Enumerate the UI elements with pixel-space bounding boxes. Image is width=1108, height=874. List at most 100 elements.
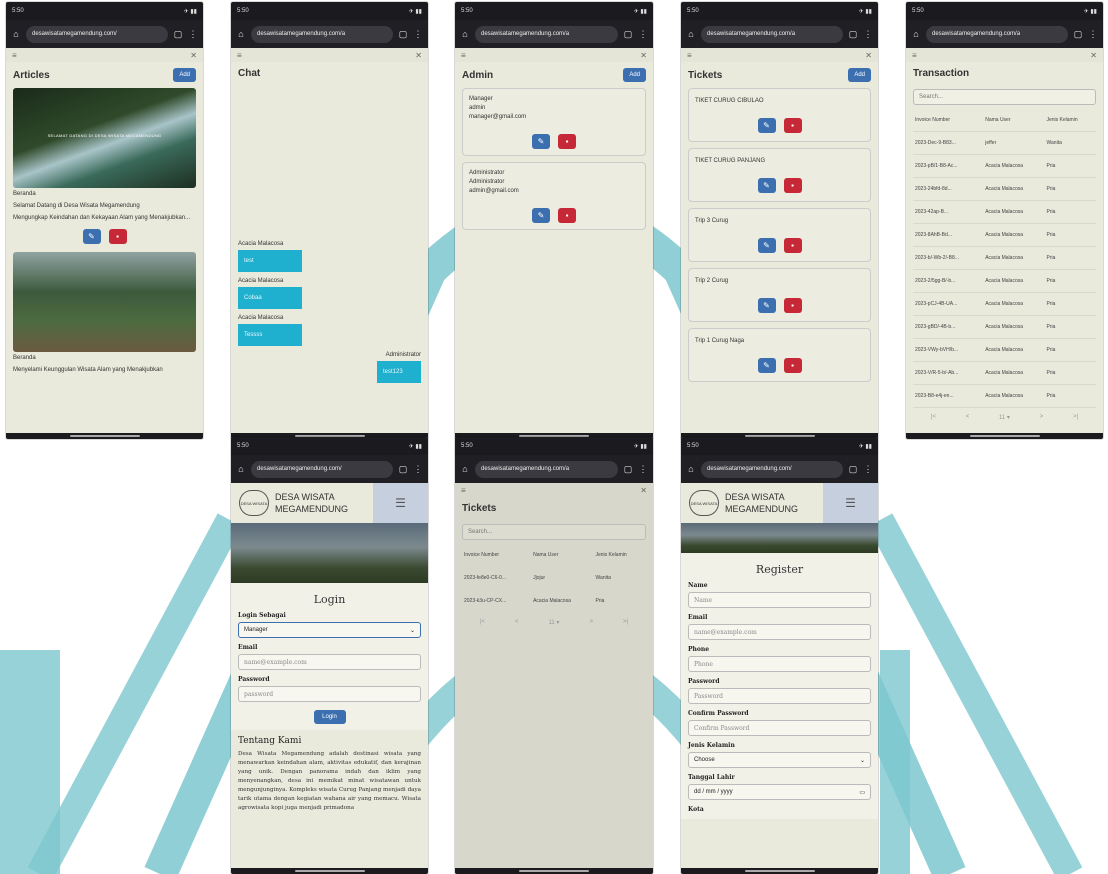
- menu-dots-icon[interactable]: ⋮: [1088, 29, 1098, 40]
- password-field[interactable]: password: [238, 686, 421, 702]
- table-row[interactable]: 2023-24bfd-8d... Acacia Malacosa Pria: [913, 177, 1096, 201]
- first-page-button[interactable]: |<: [480, 619, 485, 626]
- hamburger-icon[interactable]: ≡: [461, 51, 466, 60]
- delete-trash-icon[interactable]: ▪: [558, 134, 576, 149]
- add-article-button[interactable]: Add: [173, 68, 196, 82]
- phone-field[interactable]: Phone: [688, 656, 871, 672]
- tabs-icon[interactable]: ▢: [1073, 29, 1083, 40]
- hamburger-icon[interactable]: ≡: [237, 51, 242, 60]
- delete-trash-icon[interactable]: ▪: [783, 178, 802, 193]
- table-row[interactable]: 2023-V/R-5-b/-Ab... Acacia Malacosa Pria: [913, 361, 1096, 385]
- close-icon[interactable]: ✕: [415, 51, 422, 60]
- url-field[interactable]: desawisatamegamendung.com/: [251, 460, 393, 478]
- hamburger-icon[interactable]: ≡: [912, 51, 917, 60]
- home-icon[interactable]: ⌂: [11, 29, 21, 39]
- tabs-icon[interactable]: ▢: [398, 464, 408, 475]
- next-page-button[interactable]: >: [1040, 414, 1044, 421]
- site-logo[interactable]: DESA WISATA: [689, 490, 719, 516]
- last-page-button[interactable]: >|: [623, 619, 628, 626]
- menu-dots-icon[interactable]: ⋮: [638, 29, 648, 40]
- first-page-button[interactable]: |<: [931, 414, 936, 421]
- home-icon[interactable]: ⌂: [236, 29, 246, 39]
- home-icon[interactable]: ⌂: [686, 464, 696, 474]
- column-header[interactable]: Nama User: [983, 109, 1045, 132]
- delete-trash-icon[interactable]: ▪: [783, 238, 802, 253]
- menu-dots-icon[interactable]: ⋮: [413, 464, 423, 475]
- table-row[interactable]: 2023-Dec-9-B83... jeffer Wanita: [913, 131, 1096, 155]
- edit-pencil-icon[interactable]: ✎: [757, 238, 776, 253]
- confirm-password-field[interactable]: Confirm Password: [688, 720, 871, 736]
- column-header[interactable]: Invoice Number: [913, 109, 984, 132]
- url-field[interactable]: desawisatamegamendung.com/a: [251, 25, 393, 43]
- delete-trash-icon[interactable]: ▪: [783, 358, 802, 373]
- edit-pencil-icon[interactable]: ✎: [532, 208, 550, 223]
- email-field[interactable]: name@example.com: [688, 624, 871, 640]
- close-icon[interactable]: ✕: [640, 486, 647, 495]
- name-field[interactable]: Name: [688, 592, 871, 608]
- table-row[interactable]: 2023-8AhB-Bd... Acacia Malacosa Pria: [913, 223, 1096, 247]
- table-row[interactable]: 2023-b/-Wb-2/-B8... Acacia Malacosa Pria: [913, 246, 1096, 270]
- tabs-icon[interactable]: ▢: [848, 29, 858, 40]
- url-field[interactable]: desawisatamegamendung.com/a: [475, 460, 618, 478]
- add-ticket-button[interactable]: Add: [848, 68, 871, 82]
- table-row[interactable]: 2023-VWy-bVH/b... Acacia Malacosa Pria: [913, 338, 1096, 362]
- tabs-icon[interactable]: ▢: [848, 464, 858, 475]
- email-field[interactable]: name@example.com: [238, 654, 421, 670]
- table-row[interactable]: 2023-pB/1-B8-Ac... Acacia Malacosa Pria: [913, 154, 1096, 178]
- hamburger-icon[interactable]: ☰: [823, 483, 878, 523]
- table-row[interactable]: 2023-gBD/-4B-b... Acacia Malacosa Pria: [913, 315, 1096, 339]
- delete-trash-icon[interactable]: ▪: [783, 298, 802, 313]
- edit-pencil-icon[interactable]: ✎: [757, 118, 776, 133]
- menu-dots-icon[interactable]: ⋮: [413, 29, 423, 40]
- rows-per-page-select[interactable]: 11 ▾: [549, 619, 560, 626]
- close-icon[interactable]: ✕: [865, 51, 872, 60]
- delete-trash-icon[interactable]: ▪: [558, 208, 576, 223]
- url-field[interactable]: desawisatamegamendung.com/a: [475, 25, 618, 43]
- menu-dots-icon[interactable]: ⋮: [638, 464, 648, 475]
- menu-dots-icon[interactable]: ⋮: [188, 29, 198, 40]
- calendar-icon[interactable]: ▭: [859, 789, 865, 796]
- hamburger-icon[interactable]: ≡: [12, 51, 17, 60]
- table-row[interactable]: 2023-B8-e4j-en... Acacia Malacosa Pria: [913, 384, 1096, 408]
- home-icon[interactable]: ⌂: [911, 29, 921, 39]
- column-header[interactable]: Invoice Number: [462, 544, 532, 567]
- table-row[interactable]: 2023-pCJ-4B-UA... Acacia Malacosa Pria: [913, 292, 1096, 316]
- prev-page-button[interactable]: <: [515, 619, 519, 626]
- menu-dots-icon[interactable]: ⋮: [863, 464, 873, 475]
- edit-pencil-icon[interactable]: ✎: [757, 178, 776, 193]
- last-page-button[interactable]: >|: [1073, 414, 1078, 421]
- add-admin-button[interactable]: Add: [623, 68, 646, 82]
- url-field[interactable]: desawisatamegamendung.com/: [26, 25, 168, 43]
- hamburger-icon[interactable]: ≡: [461, 486, 466, 495]
- edit-pencil-icon[interactable]: ✎: [532, 134, 550, 149]
- delete-trash-icon[interactable]: ▪: [783, 118, 802, 133]
- rows-per-page-select[interactable]: 11 ▾: [999, 414, 1010, 421]
- url-field[interactable]: desawisatamegamendung.com/a: [701, 25, 843, 43]
- tabs-icon[interactable]: ▢: [173, 29, 183, 40]
- close-icon[interactable]: ✕: [190, 51, 197, 60]
- search-input[interactable]: Search...: [913, 89, 1096, 105]
- table-row[interactable]: 2023-42ap-B... Acacia Malacosa Pria: [913, 200, 1096, 224]
- home-icon[interactable]: ⌂: [686, 29, 696, 39]
- close-icon[interactable]: ✕: [1090, 51, 1097, 60]
- delete-trash-icon[interactable]: ▪: [108, 229, 127, 244]
- home-icon[interactable]: ⌂: [236, 464, 246, 474]
- login-button[interactable]: Login: [313, 710, 346, 724]
- table-row[interactable]: 2023-2/5gg-B/-b... Acacia Malacosa Pria: [913, 269, 1096, 293]
- url-field[interactable]: desawisatamegamendung.com/: [701, 460, 843, 478]
- column-header[interactable]: Nama User: [531, 544, 594, 567]
- table-row[interactable]: 2023-k3u-CP-CX... Acacia Malacosa Pria: [462, 589, 646, 613]
- next-page-button[interactable]: >: [589, 619, 593, 626]
- menu-dots-icon[interactable]: ⋮: [863, 29, 873, 40]
- login-as-select[interactable]: Manager ⌄: [238, 622, 421, 638]
- close-icon[interactable]: ✕: [640, 51, 647, 60]
- hamburger-icon[interactable]: ☰: [373, 483, 428, 523]
- dob-field[interactable]: dd / mm / yyyy ▭: [688, 784, 871, 800]
- edit-pencil-icon[interactable]: ✎: [82, 229, 101, 244]
- edit-pencil-icon[interactable]: ✎: [757, 298, 776, 313]
- gender-select[interactable]: Choose ⌄: [688, 752, 871, 768]
- search-input[interactable]: Search...: [462, 524, 646, 540]
- edit-pencil-icon[interactable]: ✎: [757, 358, 776, 373]
- hamburger-icon[interactable]: ≡: [687, 51, 692, 60]
- tabs-icon[interactable]: ▢: [623, 29, 633, 40]
